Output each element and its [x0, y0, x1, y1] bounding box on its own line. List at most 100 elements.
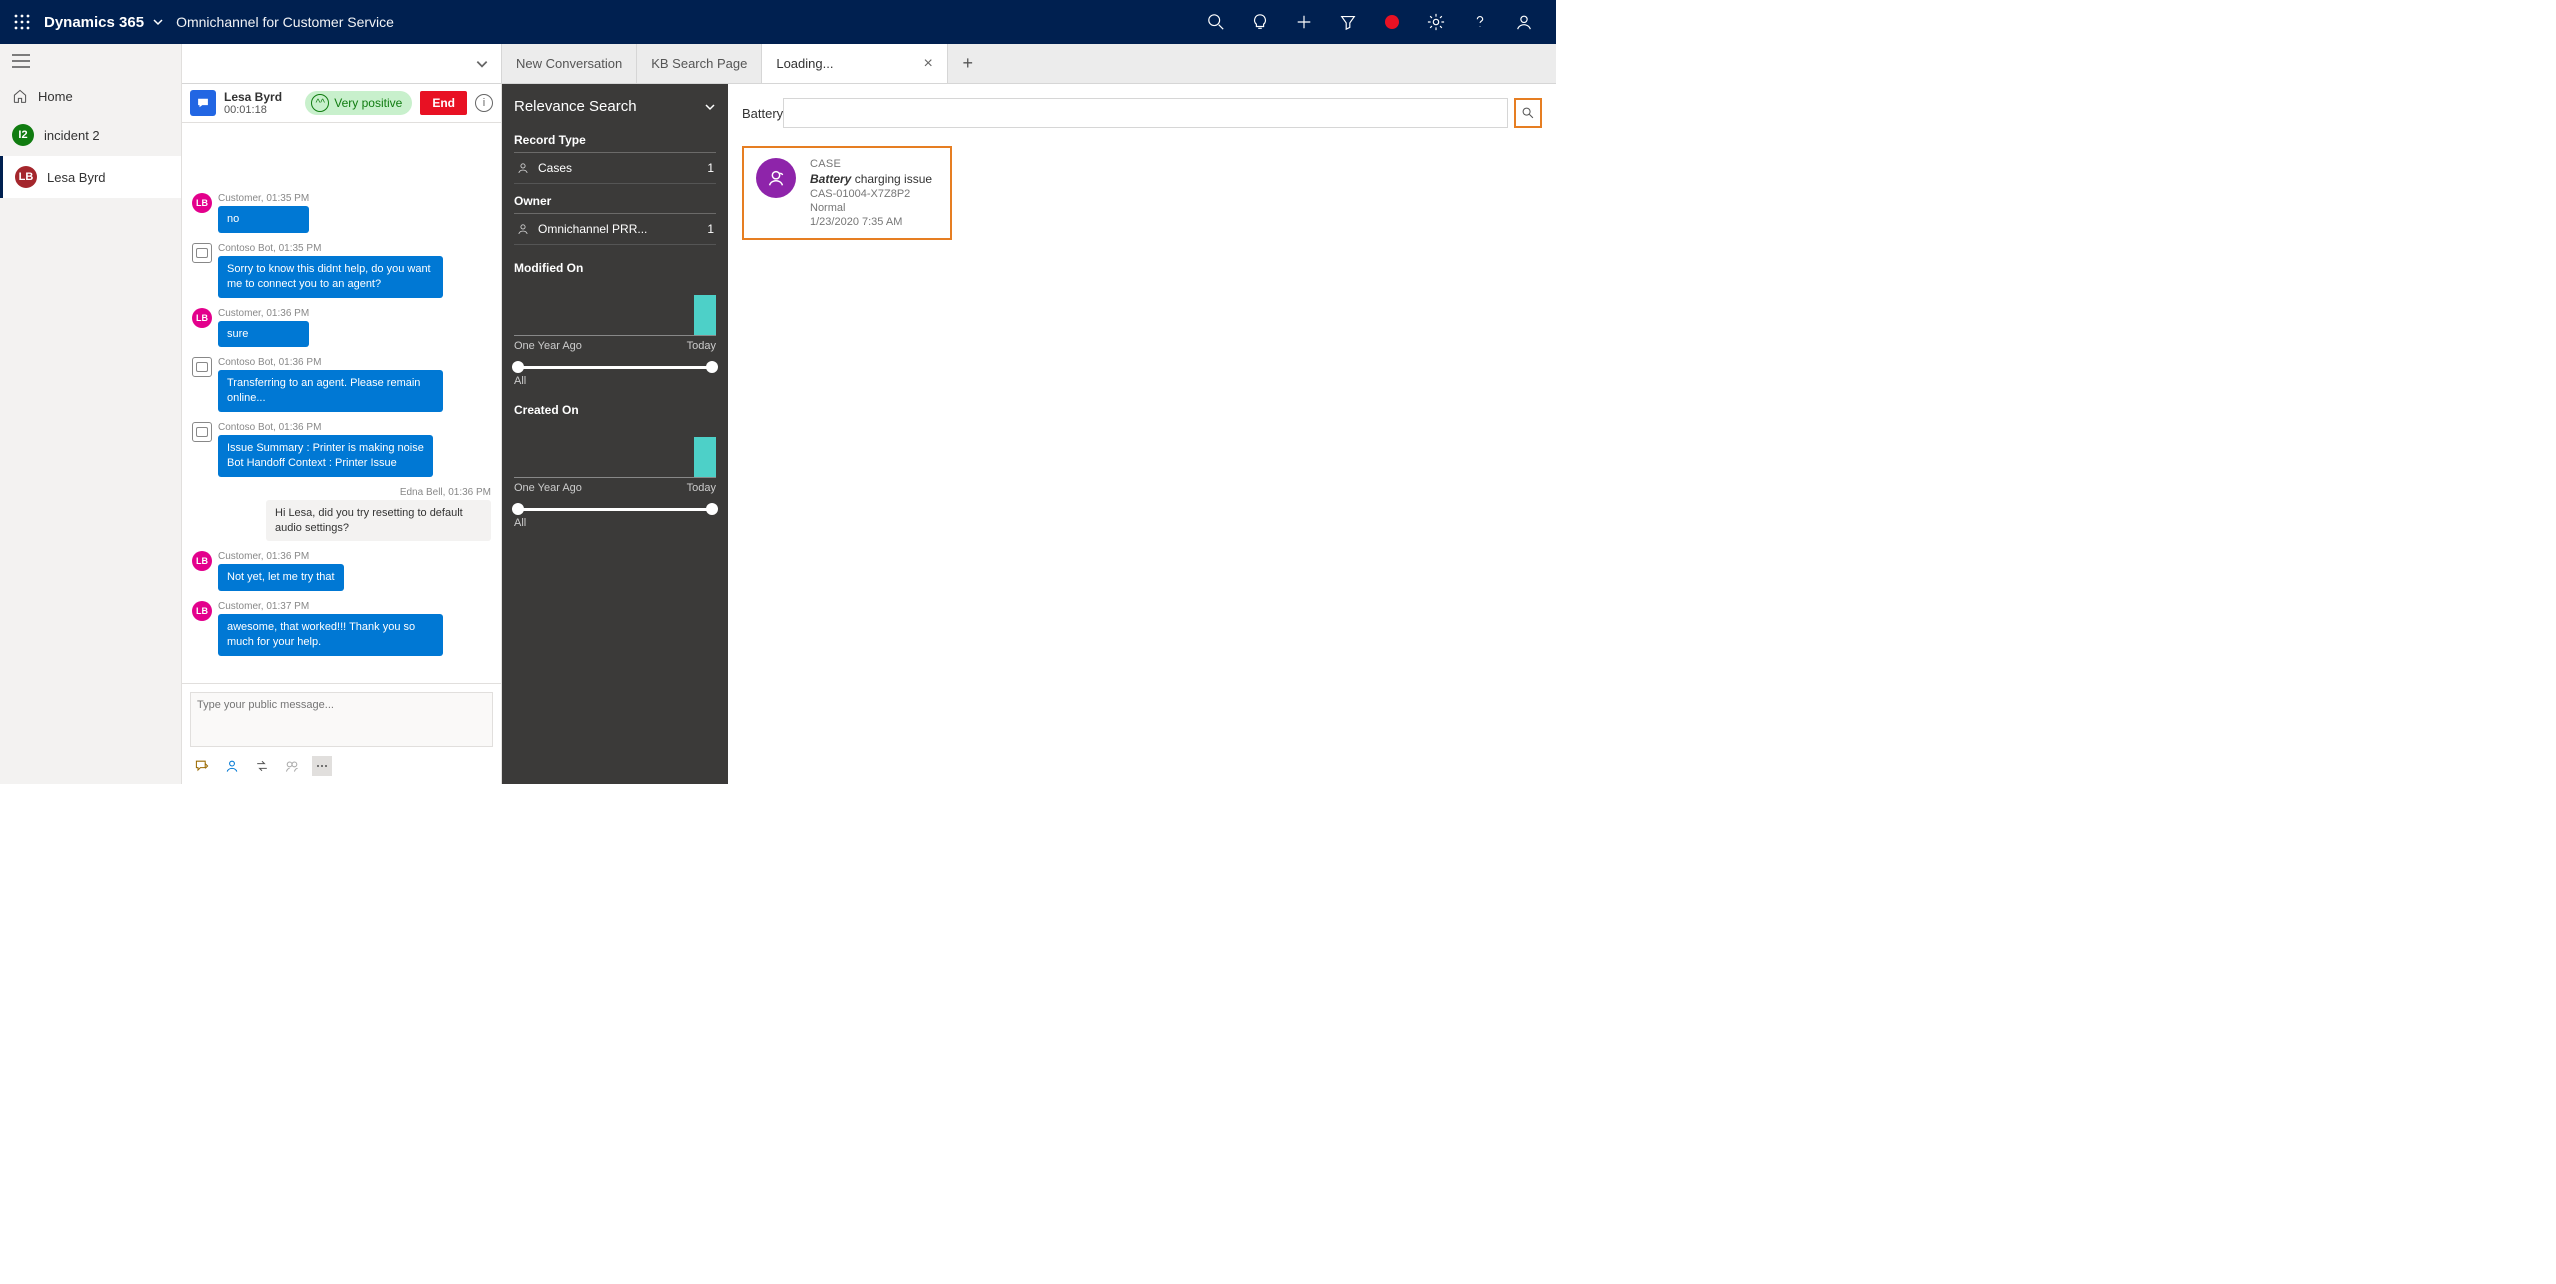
case-icon [516, 161, 530, 175]
filter-icon[interactable] [1326, 0, 1370, 44]
lightbulb-icon[interactable] [1238, 0, 1282, 44]
conversation-header: Lesa Byrd 00:01:18 ^^ Very positive End … [182, 84, 501, 123]
app-launcher-icon[interactable] [10, 10, 34, 34]
date-range-slider[interactable] [516, 508, 714, 511]
tab-kb-search[interactable]: KB Search Page [637, 44, 762, 83]
filter-count: 1 [707, 161, 714, 175]
sidebar-item-label: Lesa Byrd [47, 170, 106, 185]
presence-indicator[interactable] [1370, 0, 1414, 44]
modified-on-header: Modified On [514, 261, 716, 280]
end-button[interactable]: End [420, 91, 467, 115]
search-query-highlight: Battery [742, 106, 783, 121]
sidebar-item-label: incident 2 [44, 128, 100, 143]
message-bubble: Issue Summary : Printer is making noise … [218, 435, 433, 477]
bot-icon [192, 243, 212, 263]
home-icon [12, 88, 28, 104]
message-bubble: Not yet, let me try that [218, 564, 344, 591]
session-tabs: New Conversation KB Search Page Loading.… [182, 44, 1556, 84]
search-input[interactable] [783, 98, 1508, 128]
more-icon[interactable] [312, 756, 332, 776]
compose-area [182, 683, 501, 784]
message-row: LB Customer, 01:36 PM sure [192, 308, 491, 348]
message-meta: Customer, 01:36 PM [218, 308, 309, 319]
bot-icon [192, 422, 212, 442]
sentiment-label: Very positive [334, 96, 402, 110]
message-list: LB Customer, 01:35 PM no Contoso Bot, 01… [182, 123, 501, 683]
message-row: Contoso Bot, 01:35 PM Sorry to know this… [192, 243, 491, 298]
search-icon[interactable] [1194, 0, 1238, 44]
sidebar-item-home[interactable]: Home [0, 78, 181, 114]
tab-label: Loading... [776, 56, 833, 71]
customer-name: Lesa Byrd [224, 90, 282, 104]
tab-label: KB Search Page [651, 56, 747, 71]
created-on-chart [514, 430, 716, 478]
message-meta: Customer, 01:35 PM [218, 193, 309, 204]
slider-handle-left[interactable] [512, 361, 524, 373]
relevance-filter-panel: Relevance Search Record Type Cases 1 Own… [502, 84, 728, 784]
result-type: CASE [810, 158, 932, 170]
tab-loading[interactable]: Loading... × [762, 44, 947, 83]
search-results-panel: Battery CASE Battery charging issue CAS-… [728, 84, 1556, 784]
chart-bar [694, 295, 716, 335]
account-icon[interactable] [1502, 0, 1546, 44]
modified-on-chart [514, 288, 716, 336]
slider-handle-right[interactable] [706, 361, 718, 373]
message-row: Edna Bell, 01:36 PM Hi Lesa, did you try… [192, 487, 491, 542]
message-row: LB Customer, 01:35 PM no [192, 193, 491, 233]
sidebar-item-incident[interactable]: I2 incident 2 [0, 114, 181, 156]
app-subtitle: Omnichannel for Customer Service [176, 14, 394, 30]
conversation-panel: Lesa Byrd 00:01:18 ^^ Very positive End … [182, 84, 502, 784]
settings-icon[interactable] [1414, 0, 1458, 44]
help-icon[interactable] [1458, 0, 1502, 44]
message-meta: Contoso Bot, 01:36 PM [218, 422, 433, 433]
tab-new-conversation[interactable]: New Conversation [502, 44, 637, 83]
relevance-title: Relevance Search [514, 98, 716, 115]
transfer-icon[interactable] [252, 756, 272, 776]
chevron-down-icon[interactable] [704, 101, 716, 113]
session-selector[interactable] [182, 44, 502, 83]
message-meta: Customer, 01:37 PM [218, 601, 443, 612]
sentiment-indicator: ^^ Very positive [305, 91, 412, 115]
message-input[interactable] [190, 692, 493, 747]
quick-reply-icon[interactable] [192, 756, 212, 776]
notes-icon[interactable] [282, 756, 302, 776]
chart-bar [694, 437, 716, 477]
badge-icon: I2 [12, 124, 34, 146]
message-row: LB Customer, 01:36 PM Not yet, let me tr… [192, 551, 491, 591]
result-info: CASE Battery charging issue CAS-01004-X7… [810, 158, 932, 228]
add-icon[interactable] [1282, 0, 1326, 44]
sidebar-toggle-icon[interactable] [0, 44, 181, 78]
consult-icon[interactable] [222, 756, 242, 776]
result-case-number: CAS-01004-X7Z8P2 [810, 188, 932, 200]
close-icon[interactable]: × [923, 55, 932, 73]
add-tab-button[interactable]: + [948, 44, 988, 83]
chat-icon [190, 90, 216, 116]
global-navbar: Dynamics 365 Omnichannel for Customer Se… [0, 0, 1556, 44]
app-name[interactable]: Dynamics 365 [44, 14, 144, 31]
filter-row-cases[interactable]: Cases 1 [514, 153, 716, 184]
info-icon[interactable]: i [475, 94, 493, 112]
search-button[interactable] [1514, 98, 1542, 128]
slider-handle-left[interactable] [512, 503, 524, 515]
message-row: Contoso Bot, 01:36 PM Transferring to an… [192, 357, 491, 412]
owner-header: Owner [514, 194, 716, 214]
chevron-down-icon[interactable] [152, 16, 164, 28]
filter-count: 1 [707, 222, 714, 236]
avatar: LB [192, 308, 212, 328]
filter-row-owner[interactable]: Omnichannel PRR... 1 [514, 214, 716, 245]
result-date: 1/23/2020 7:35 AM [810, 216, 932, 228]
sidebar-item-lesa-byrd[interactable]: LB Lesa Byrd [0, 156, 181, 198]
message-row: Contoso Bot, 01:36 PM Issue Summary : Pr… [192, 422, 491, 477]
slider-handle-right[interactable] [706, 503, 718, 515]
search-result-card[interactable]: CASE Battery charging issue CAS-01004-X7… [742, 146, 952, 240]
compose-toolbar [190, 750, 493, 776]
message-meta: Contoso Bot, 01:36 PM [218, 357, 443, 368]
message-bubble: Sorry to know this didnt help, do you wa… [218, 256, 443, 298]
record-type-header: Record Type [514, 133, 716, 153]
chart-axis: One Year Ago Today [514, 340, 716, 352]
avatar: LB [192, 601, 212, 621]
workspace: New Conversation KB Search Page Loading.… [182, 44, 1556, 784]
message-bubble: sure [218, 321, 309, 348]
date-range-slider[interactable] [516, 366, 714, 369]
slider-all-label: All [514, 375, 716, 387]
